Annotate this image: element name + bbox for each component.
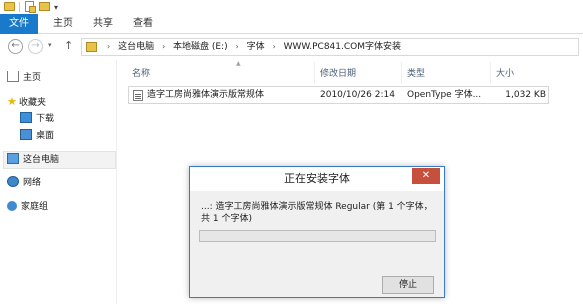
folder-icon — [86, 42, 97, 52]
tab-file[interactable]: 文件 — [0, 14, 38, 34]
tab-view[interactable]: 查看 — [126, 14, 160, 34]
back-arrow-icon[interactable]: ← — [8, 39, 23, 54]
properties-icon[interactable] — [25, 1, 36, 13]
breadcrumb: › 这台电脑 › 本地磁盘 (E:) › 字体 › WWW.PC841.COM字… — [102, 39, 401, 55]
file-size: 1,032 KB — [505, 90, 546, 100]
sidebar-item-label: 桌面 — [36, 131, 55, 141]
home-icon — [7, 71, 19, 82]
chevron-right-icon[interactable]: › — [107, 42, 110, 51]
tab-share[interactable]: 共享 — [86, 14, 120, 34]
address-bar[interactable]: › 这台电脑 › 本地磁盘 (E:) › 字体 › WWW.PC841.COM字… — [81, 38, 579, 56]
customize-dropdown-icon[interactable]: ▾ — [54, 3, 58, 12]
close-icon[interactable]: ✕ — [412, 168, 440, 184]
sidebar-item-favorites[interactable]: ★ 收藏夹 — [7, 94, 46, 110]
sidebar-item-network[interactable]: 网络 — [7, 175, 41, 191]
sidebar-item-this-pc[interactable]: 这台电脑 — [7, 152, 59, 168]
chevron-right-icon[interactable]: › — [162, 42, 165, 51]
file-modified-date: 2010/10/26 2:14 — [320, 90, 395, 100]
sidebar-item-desktop[interactable]: 桌面 — [20, 128, 54, 144]
file-row[interactable]: 造字工房尚雅体演示版常规体 2010/10/26 2:14 OpenType 字… — [128, 86, 549, 104]
forward-arrow-icon[interactable]: → — [28, 39, 43, 54]
homegroup-icon — [7, 201, 17, 211]
sidebar-item-label: 下载 — [36, 114, 55, 124]
download-folder-icon — [20, 112, 32, 123]
install-status-message: ...: 造字工房尚雅体演示版常规体 Regular (第 1 个字体，共 1 … — [201, 202, 433, 224]
font-file-icon — [133, 90, 143, 101]
install-progress-bar — [199, 230, 436, 242]
dialog-title-bar[interactable]: 正在安装字体 ✕ — [190, 167, 444, 191]
sidebar-item-label: 主页 — [23, 73, 42, 83]
quick-access-toolbar: ▾ — [0, 0, 583, 14]
column-divider[interactable] — [314, 62, 315, 84]
sidebar-item-label: 这台电脑 — [23, 155, 60, 165]
chevron-right-icon[interactable]: › — [236, 42, 239, 51]
navigation-bar: ← → ▾ ↑ › 这台电脑 › 本地磁盘 (E:) › 字体 › WWW.PC… — [0, 35, 583, 59]
new-folder-icon[interactable] — [39, 2, 50, 11]
installing-font-dialog: 正在安装字体 ✕ ...: 造字工房尚雅体演示版常规体 Regular (第 1… — [189, 166, 445, 298]
ribbon-tabs: 文件 主页 共享 查看 — [0, 14, 583, 34]
star-icon: ★ — [7, 95, 17, 108]
dialog-body: ...: 造字工房尚雅体演示版常规体 Regular (第 1 个字体，共 1 … — [190, 191, 444, 297]
breadcrumb-item-current-folder[interactable]: WWW.PC841.COM字体安装 — [284, 42, 401, 52]
column-header-name[interactable]: 名称 — [132, 68, 150, 80]
breadcrumb-item-fonts[interactable]: 字体 — [247, 42, 265, 52]
file-type: OpenType 字体... — [407, 90, 482, 100]
breadcrumb-item-local-disk-e[interactable]: 本地磁盘 (E:) — [173, 42, 228, 52]
dialog-title: 正在安装字体 — [284, 172, 350, 185]
navigation-pane: 主页 ★ 收藏夹 下载 桌面 这台电脑 网络 家庭组 — [0, 60, 117, 304]
file-name: 造字工房尚雅体演示版常规体 — [147, 90, 265, 100]
tab-home[interactable]: 主页 — [46, 14, 80, 34]
column-divider[interactable] — [401, 62, 402, 84]
sidebar-item-downloads[interactable]: 下载 — [20, 111, 54, 127]
sidebar-item-label: 网络 — [23, 178, 42, 188]
network-icon — [7, 176, 19, 187]
sidebar-item-homegroup[interactable]: 家庭组 — [7, 199, 48, 215]
computer-icon — [7, 153, 19, 164]
sidebar-item-label: 家庭组 — [21, 202, 49, 212]
column-header-date-modified[interactable]: 修改日期 — [320, 68, 356, 80]
sidebar-item-home[interactable]: 主页 — [7, 70, 41, 86]
breadcrumb-item-this-pc[interactable]: 这台电脑 — [118, 42, 154, 52]
sort-up-icon: ▲ — [236, 60, 241, 67]
column-header-type[interactable]: 类型 — [407, 68, 425, 80]
stop-button[interactable]: 停止 — [382, 276, 434, 294]
column-divider[interactable] — [490, 62, 491, 84]
up-arrow-icon[interactable]: ↑ — [64, 39, 73, 52]
desktop-icon — [20, 129, 32, 140]
chevron-right-icon[interactable]: › — [273, 42, 276, 51]
recent-locations-chevron-icon[interactable]: ▾ — [48, 41, 52, 49]
toolbar-divider — [19, 2, 20, 12]
column-header-size[interactable]: 大小 — [496, 68, 514, 80]
folder-icon — [4, 2, 15, 11]
sidebar-item-label: 收藏夹 — [19, 98, 47, 108]
